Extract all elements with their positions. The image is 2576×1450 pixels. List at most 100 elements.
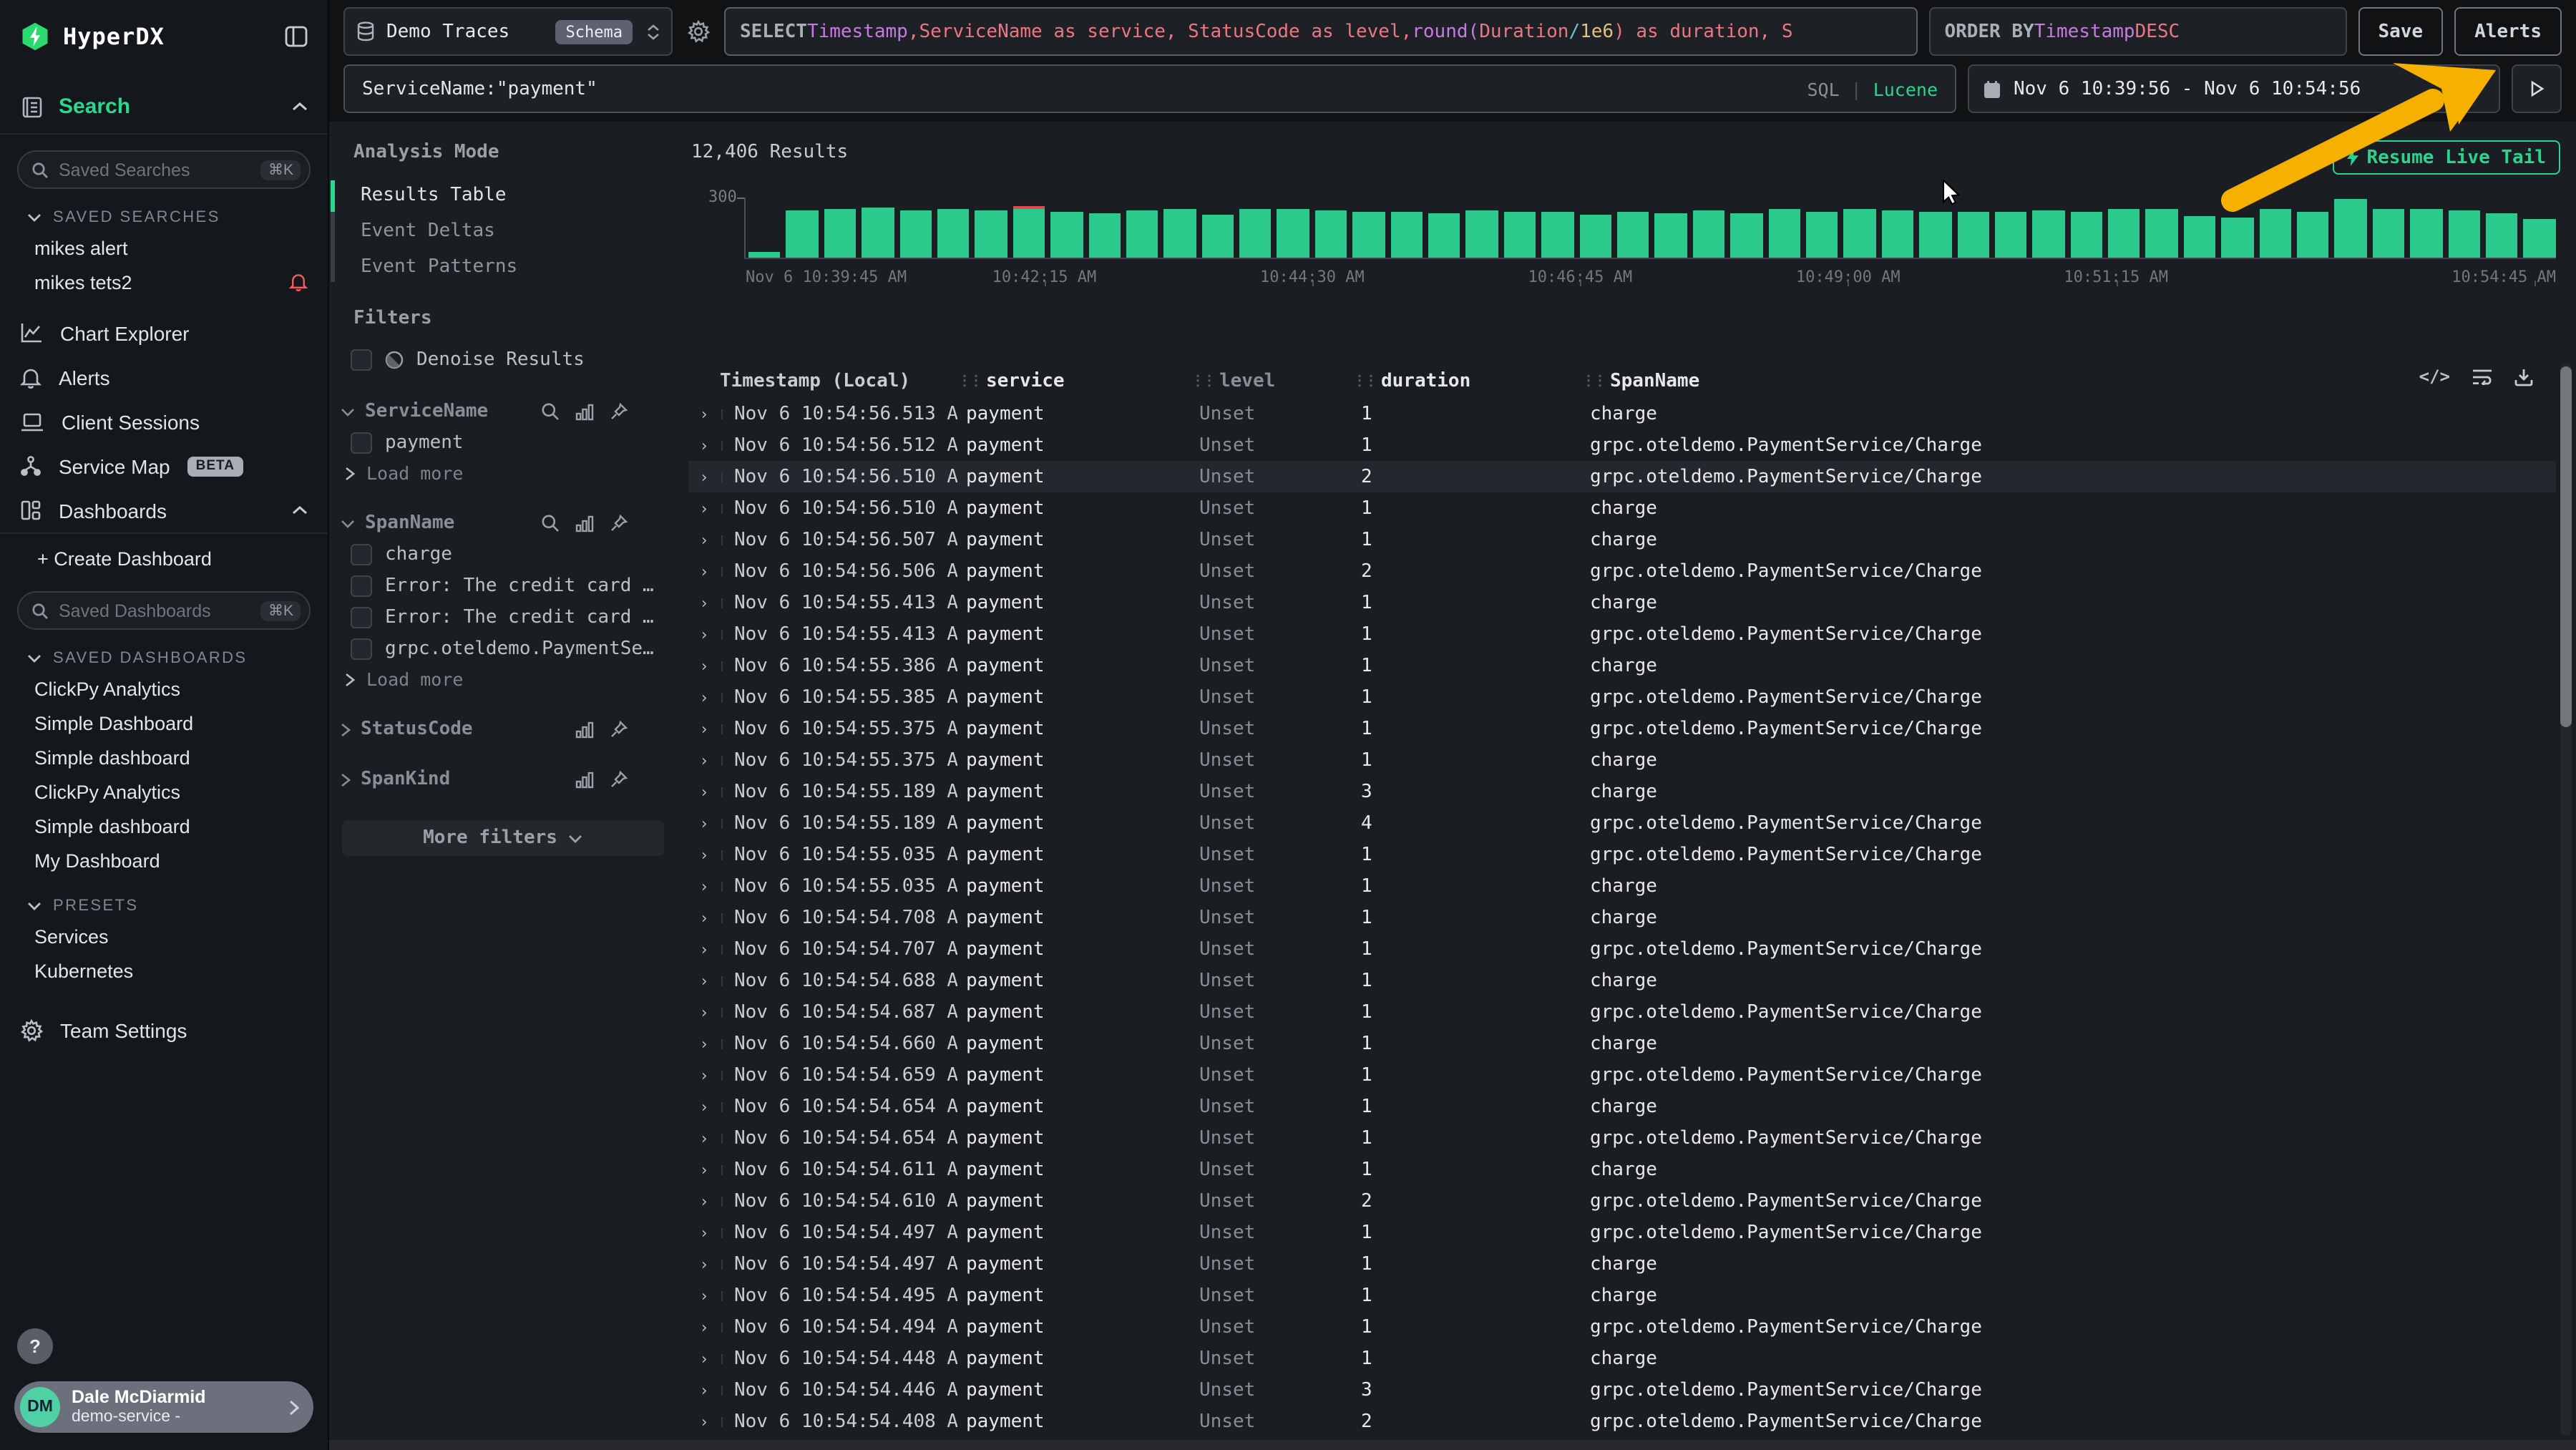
facet-header-statuscode[interactable]: StatusCode	[329, 714, 677, 744]
language-toggle[interactable]: SQL | Lucene	[1807, 78, 1938, 99]
table-row[interactable]: ›Nov 6 10:54:56.512 AMpaymentUnset1grpc.…	[688, 429, 2556, 461]
preset-item[interactable]: Kubernetes	[0, 953, 328, 988]
column-header-timestamp-local-[interactable]: Timestamp (Local)	[720, 370, 957, 391]
histogram-bar[interactable]	[1050, 198, 1083, 258]
table-row[interactable]: ›Nov 6 10:54:56.510 AMpaymentUnset1charg…	[688, 492, 2556, 524]
alerts-button[interactable]: Alerts	[2454, 7, 2562, 56]
saved-dashboard-item[interactable]: My Dashboard	[0, 843, 328, 877]
histogram-bar[interactable]	[1919, 198, 1951, 258]
histogram-bar[interactable]	[1655, 198, 1687, 258]
resume-live-tail-button[interactable]: Resume Live Tail	[2333, 140, 2560, 175]
saved-search-item[interactable]: mikes alert	[0, 230, 328, 265]
search-icon[interactable]	[541, 514, 560, 532]
saved-search-item[interactable]: mikes tets2	[0, 265, 328, 299]
histogram-bar[interactable]	[2033, 198, 2065, 258]
histogram-bar[interactable]	[2070, 198, 2102, 258]
histogram-bar[interactable]	[2448, 198, 2480, 258]
table-row[interactable]: ›Nov 6 10:54:55.189 AMpaymentUnset4grpc.…	[688, 807, 2556, 839]
table-row[interactable]: ›Nov 6 10:54:55.035 AMpaymentUnset1grpc.…	[688, 839, 2556, 870]
saved-dashboard-item[interactable]: Simple dashboard	[0, 809, 328, 843]
histogram-bar[interactable]	[1768, 198, 1800, 258]
pin-icon[interactable]	[610, 514, 628, 532]
row-expand-chevron[interactable]: ›	[688, 530, 720, 549]
table-row[interactable]: ›Nov 6 10:54:54.495 AMpaymentUnset1charg…	[688, 1280, 2556, 1311]
help-button[interactable]: ?	[17, 1328, 53, 1364]
row-expand-chevron[interactable]: ›	[688, 1034, 720, 1053]
user-menu[interactable]: DM Dale McDiarmid demo-service -	[14, 1381, 313, 1433]
row-expand-chevron[interactable]: ›	[688, 814, 720, 832]
checkbox[interactable]	[351, 543, 372, 565]
row-expand-chevron[interactable]: ›	[688, 751, 720, 769]
histogram-bar[interactable]	[2335, 198, 2367, 258]
bar-chart-icon[interactable]	[575, 770, 594, 789]
histogram-bar[interactable]	[1201, 198, 1234, 258]
date-range-picker[interactable]: Nov 6 10:39:56 - Nov 6 10:54:56	[1968, 64, 2500, 113]
row-expand-chevron[interactable]: ›	[688, 467, 720, 486]
row-expand-chevron[interactable]: ›	[688, 1255, 720, 1273]
source-settings-gear-icon[interactable]	[684, 20, 713, 43]
table-row[interactable]: ›Nov 6 10:54:54.497 AMpaymentUnset1grpc.…	[688, 1217, 2556, 1248]
save-button[interactable]: Save	[2358, 7, 2443, 56]
vertical-scrollbar[interactable]	[2560, 364, 2572, 1436]
histogram-bar[interactable]	[1466, 198, 1498, 258]
lucene-toggle[interactable]: Lucene	[1873, 78, 1938, 99]
table-row[interactable]: ›Nov 6 10:54:54.408 AMpaymentUnset2grpc.…	[688, 1406, 2556, 1437]
analysis-mode-event-patterns[interactable]: Event Patterns	[331, 249, 677, 285]
histogram-bar[interactable]	[1126, 198, 1158, 258]
row-expand-chevron[interactable]: ›	[688, 971, 720, 990]
facet-value-checkbox[interactable]: Error: The credit card …	[329, 570, 677, 601]
column-drag-handle[interactable]: ⋮⋮	[1191, 373, 1214, 389]
pin-icon[interactable]	[610, 402, 628, 421]
bar-chart-icon[interactable]	[575, 720, 594, 739]
column-drag-handle[interactable]: ⋮⋮	[1581, 373, 1604, 389]
table-row[interactable]: ›Nov 6 10:54:54.654 AMpaymentUnset1charg…	[688, 1091, 2556, 1122]
column-header-spanname[interactable]: ⋮⋮SpanName	[1581, 370, 2556, 391]
pin-icon[interactable]	[610, 720, 628, 739]
histogram-bar[interactable]	[1617, 198, 1649, 258]
column-drag-handle[interactable]: ⋮⋮	[1352, 373, 1375, 389]
row-expand-chevron[interactable]: ›	[688, 908, 720, 927]
table-row[interactable]: ›Nov 6 10:54:54.660 AMpaymentUnset1charg…	[688, 1028, 2556, 1059]
bar-chart-icon[interactable]	[575, 402, 594, 421]
row-expand-chevron[interactable]: ›	[688, 1003, 720, 1021]
histogram-bar[interactable]	[1541, 198, 1574, 258]
row-expand-chevron[interactable]: ›	[688, 499, 720, 517]
download-icon[interactable]	[2514, 366, 2533, 386]
histogram-bar[interactable]	[1806, 198, 1838, 258]
histogram-bar[interactable]	[2221, 198, 2253, 258]
row-expand-chevron[interactable]: ›	[688, 1066, 720, 1084]
histogram-bar[interactable]	[748, 198, 781, 258]
checkbox[interactable]	[351, 638, 372, 659]
row-expand-chevron[interactable]: ›	[688, 1192, 720, 1210]
saved-dashboard-item[interactable]: Simple dashboard	[0, 740, 328, 774]
checkbox[interactable]	[351, 432, 372, 453]
table-row[interactable]: ›Nov 6 10:54:54.497 AMpaymentUnset1charg…	[688, 1248, 2556, 1280]
sql-query-editor[interactable]: SELECT Timestamp, ServiceName as service…	[724, 7, 1917, 56]
facet-header-spanname[interactable]: SpanName	[329, 508, 677, 538]
checkbox[interactable]	[351, 575, 372, 596]
table-row[interactable]: ›Nov 6 10:54:54.611 AMpaymentUnset1charg…	[688, 1154, 2556, 1185]
histogram-bar[interactable]	[1239, 198, 1272, 258]
saved-searches-input[interactable]: Saved Searches ⌘K	[17, 150, 311, 189]
facet-header-servicename[interactable]: ServiceName	[329, 396, 677, 427]
table-row[interactable]: ›Nov 6 10:54:54.446 AMpaymentUnset3grpc.…	[688, 1374, 2556, 1406]
sidebar-item-service-map[interactable]: Service MapBETA	[0, 444, 328, 488]
row-expand-chevron[interactable]: ›	[688, 404, 720, 423]
row-expand-chevron[interactable]: ›	[688, 719, 720, 738]
search-query-input[interactable]: ServiceName:"payment" SQL | Lucene	[343, 64, 1956, 113]
table-header[interactable]: Timestamp (Local)⋮⋮service⋮⋮level⋮⋮durat…	[688, 364, 2556, 398]
histogram-bar[interactable]	[2524, 198, 2556, 258]
histogram-bar[interactable]	[1881, 198, 1913, 258]
table-row[interactable]: ›Nov 6 10:54:56.513 AMpaymentUnset1charg…	[688, 398, 2556, 429]
table-row[interactable]: ›Nov 6 10:54:55.375 AMpaymentUnset1charg…	[688, 744, 2556, 776]
histogram-bar[interactable]	[2146, 198, 2178, 258]
saved-dashboard-item[interactable]: Simple Dashboard	[0, 706, 328, 740]
saved-dashboards-input[interactable]: Saved Dashboards ⌘K	[17, 591, 311, 630]
scrollbar-thumb[interactable]	[2560, 366, 2572, 727]
histogram-bar[interactable]	[1844, 198, 1876, 258]
column-header-level[interactable]: ⋮⋮level	[1191, 370, 1352, 391]
sidebar-item-alerts[interactable]: Alerts	[0, 355, 328, 399]
histogram-bar[interactable]	[2259, 198, 2291, 258]
sidebar-item-search[interactable]: Search	[0, 80, 328, 133]
row-expand-chevron[interactable]: ›	[688, 1286, 720, 1305]
